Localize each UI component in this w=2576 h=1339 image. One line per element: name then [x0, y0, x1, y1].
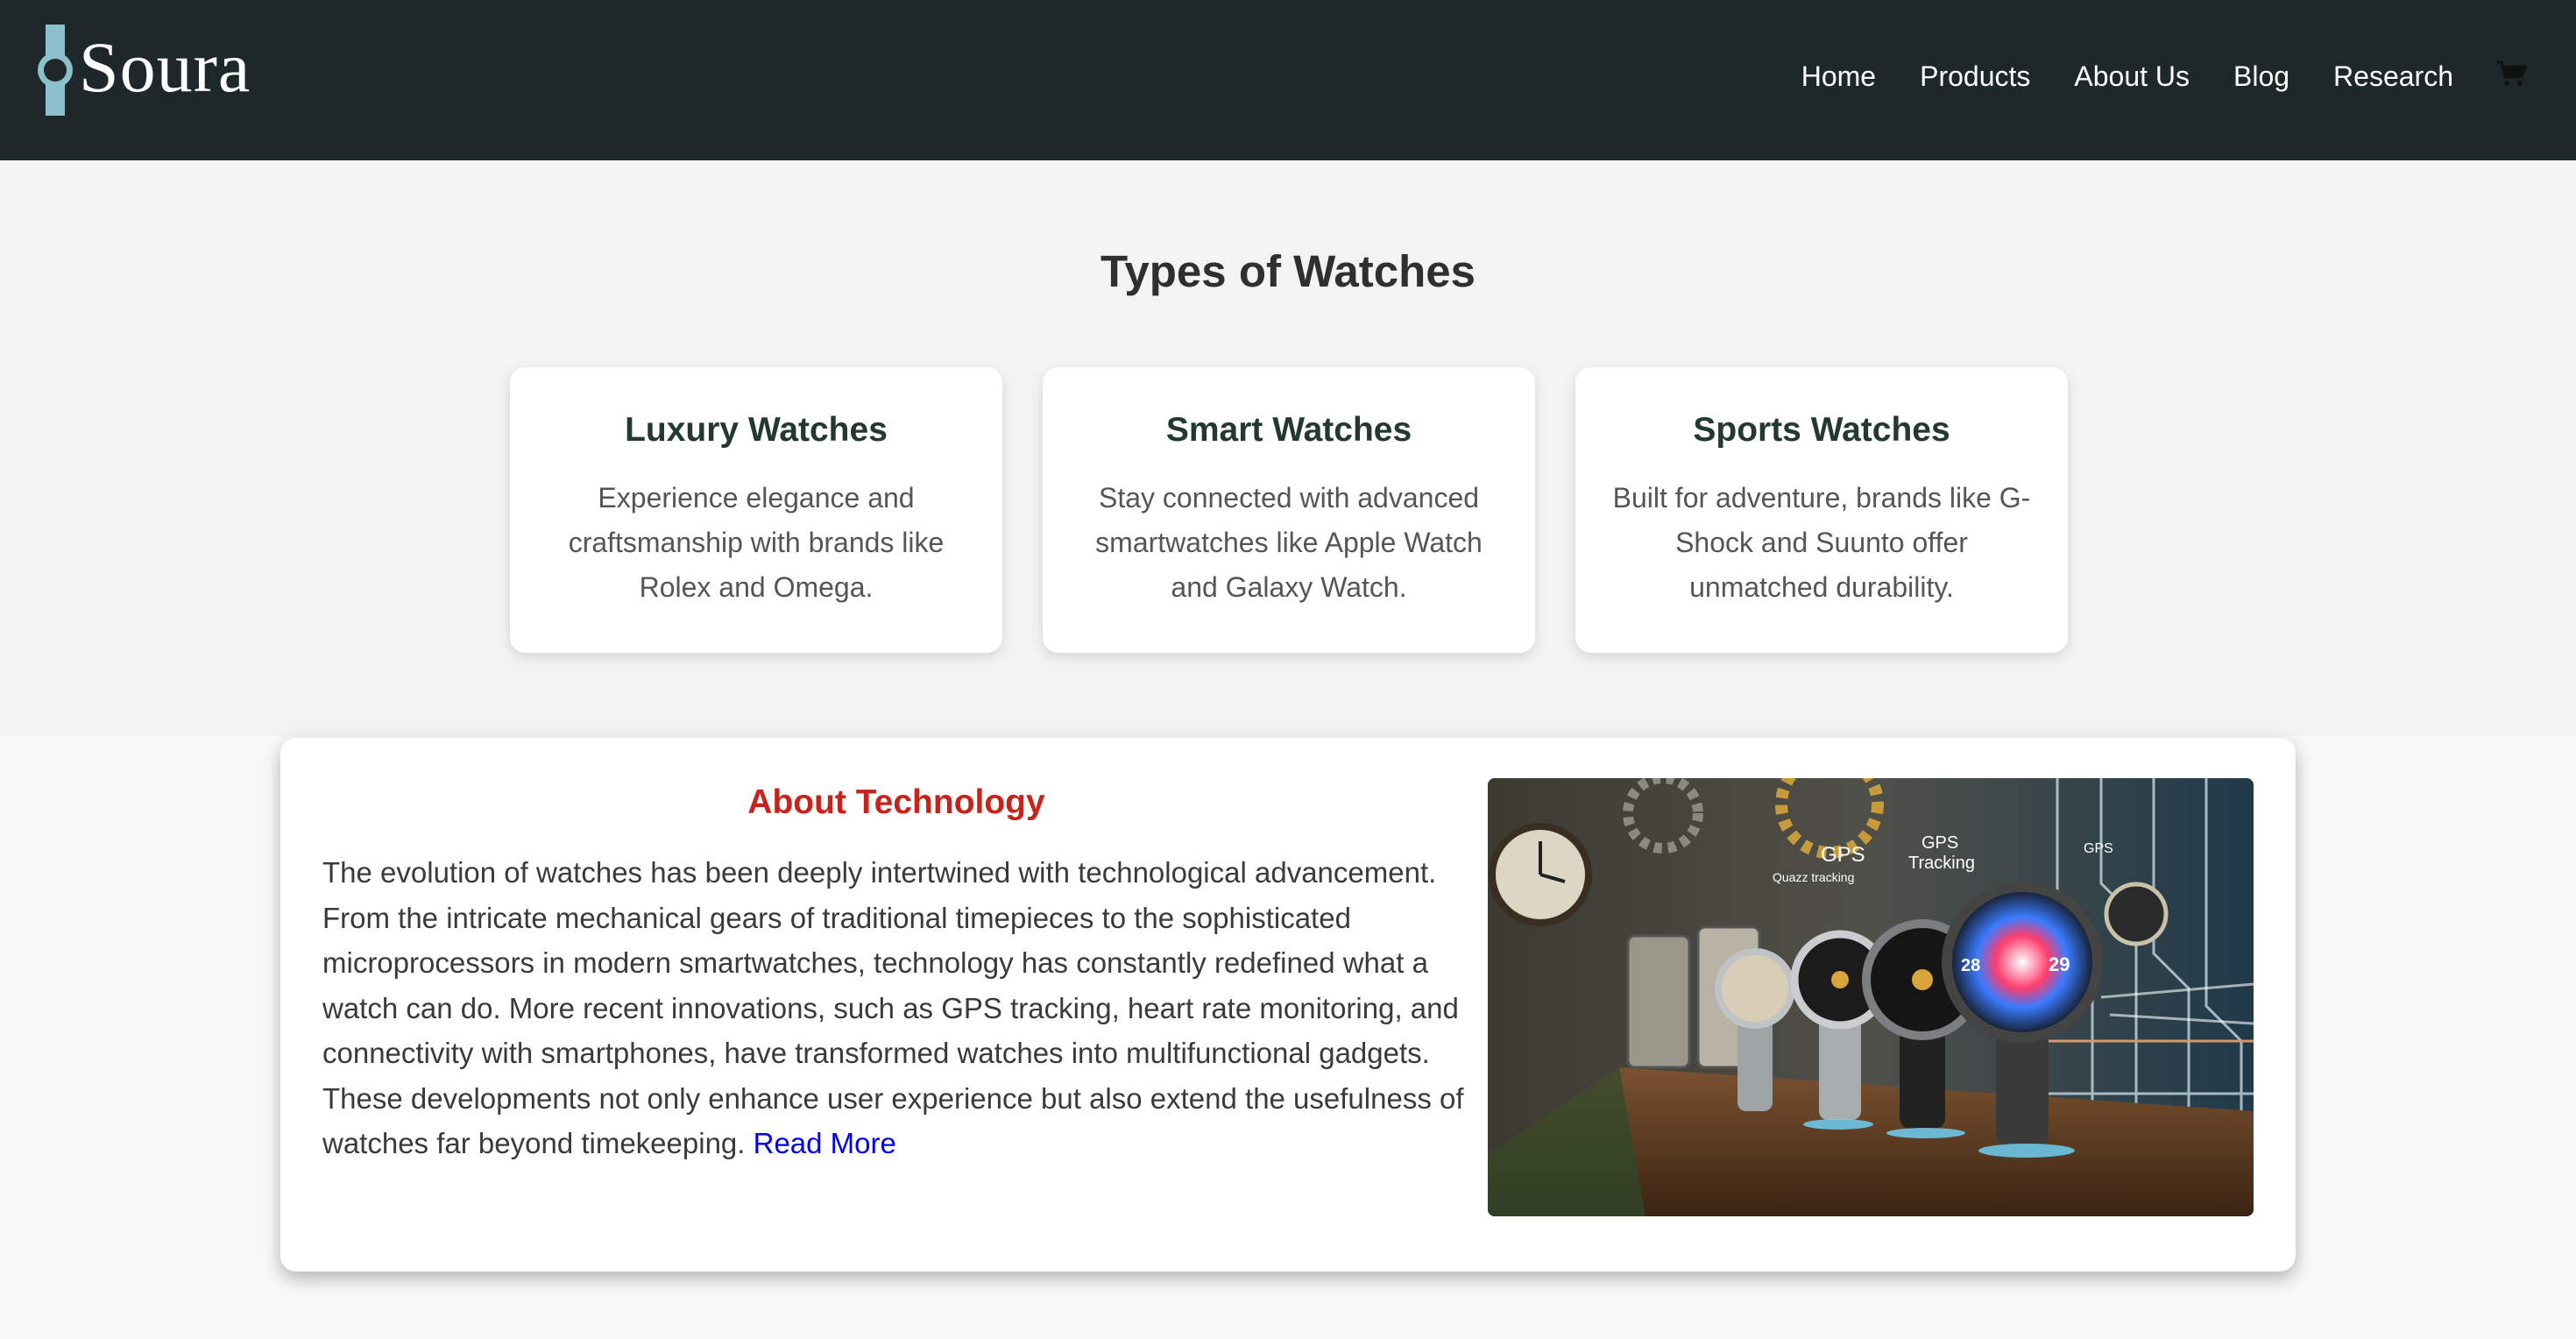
nav-about-us[interactable]: About Us: [2074, 60, 2190, 93]
luxury-watches-card: Luxury Watches Experience elegance and c…: [510, 367, 1002, 653]
logo-text: Soura: [79, 27, 251, 107]
read-more-link[interactable]: Read More: [754, 1127, 896, 1159]
main-nav: Home Products About Us Blog Research: [1801, 54, 2453, 98]
about-technology-card: About Technology The evolution of watche…: [280, 738, 2296, 1272]
card-title: Smart Watches: [1165, 411, 1412, 449]
watch-evolution-illustration: GPS Quazz tracking GPS Tracking GPS 28 2…: [1488, 778, 2254, 1216]
image-label-gps-tracking-top: GPS: [1921, 833, 1958, 853]
watch-logo-icon: [38, 25, 73, 116]
watch-technology-image: GPS Quazz tracking GPS Tracking GPS 28 2…: [1488, 778, 2254, 1216]
smart-watches-card: Smart Watches Stay connected with advanc…: [1043, 367, 1535, 653]
logo[interactable]: Soura: [35, 25, 263, 116]
nav-products[interactable]: Products: [1920, 60, 2030, 93]
image-label-quartz-tracking: Quazz tracking: [1773, 870, 1854, 884]
about-text: The evolution of watches has been deeply…: [322, 850, 1497, 1166]
site-header: Soura Home Products About Us Blog Resear…: [0, 0, 2576, 160]
nav-home[interactable]: Home: [1801, 60, 1876, 93]
smartwatch-dial-right: 29: [2049, 953, 2070, 975]
card-description: Experience elegance and craftsmanship wi…: [568, 482, 945, 603]
shopping-cart-icon[interactable]: [2495, 60, 2527, 88]
nav-blog[interactable]: Blog: [2233, 60, 2289, 93]
about-title: About Technology: [747, 783, 1045, 821]
sports-watches-card: Sports Watches Built for adventure, bran…: [1575, 367, 2068, 653]
card-title: Sports Watches: [1693, 411, 1950, 449]
card-description: Stay connected with advanced smartwatche…: [1095, 482, 1483, 603]
image-label-gps: GPS: [1821, 843, 1865, 867]
nav-research[interactable]: Research: [2333, 60, 2453, 93]
card-title: Luxury Watches: [625, 411, 888, 449]
about-body: The evolution of watches has been deeply…: [322, 856, 1464, 1159]
image-label-gps-small: GPS: [2084, 841, 2113, 856]
types-section-title: Types of Watches: [1100, 246, 1476, 296]
card-description: Built for adventure, brands like G-Shock…: [1612, 482, 2031, 603]
smartwatch-dial-left: 28: [1961, 956, 1980, 975]
image-label-gps-tracking-bottom: Tracking: [1908, 854, 1975, 873]
